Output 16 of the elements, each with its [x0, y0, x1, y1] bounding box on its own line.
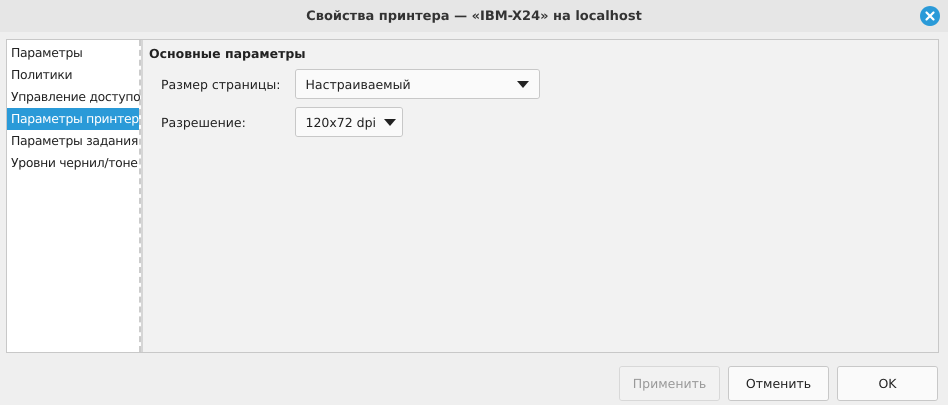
sidebar-item[interactable]: Политики	[7, 64, 139, 86]
window-title: Свойства принтера — «IBM-X24» на localhost	[306, 8, 642, 24]
close-icon[interactable]	[920, 6, 940, 26]
caret-icon	[516, 80, 529, 88]
sidebar-item[interactable]: Параметры	[7, 42, 139, 64]
section-heading: Основные параметры	[149, 46, 307, 61]
sidebar-item[interactable]: Параметры задания	[7, 130, 139, 152]
field-label: Размер страницы:	[161, 76, 281, 92]
caret-icon	[384, 118, 396, 126]
sidebar-item[interactable]: Управление доступо	[7, 86, 139, 108]
field-label: Разрешение:	[161, 114, 247, 130]
sidebar-item[interactable]: Уровни чернил/тоне	[7, 152, 139, 174]
dialog-button[interactable]: Отменить	[728, 366, 829, 401]
dialog-button[interactable]: OK	[837, 366, 938, 401]
dropdown[interactable]: 120x72 dpi	[294, 107, 403, 137]
dropdown[interactable]: Настраиваемый	[294, 69, 540, 99]
